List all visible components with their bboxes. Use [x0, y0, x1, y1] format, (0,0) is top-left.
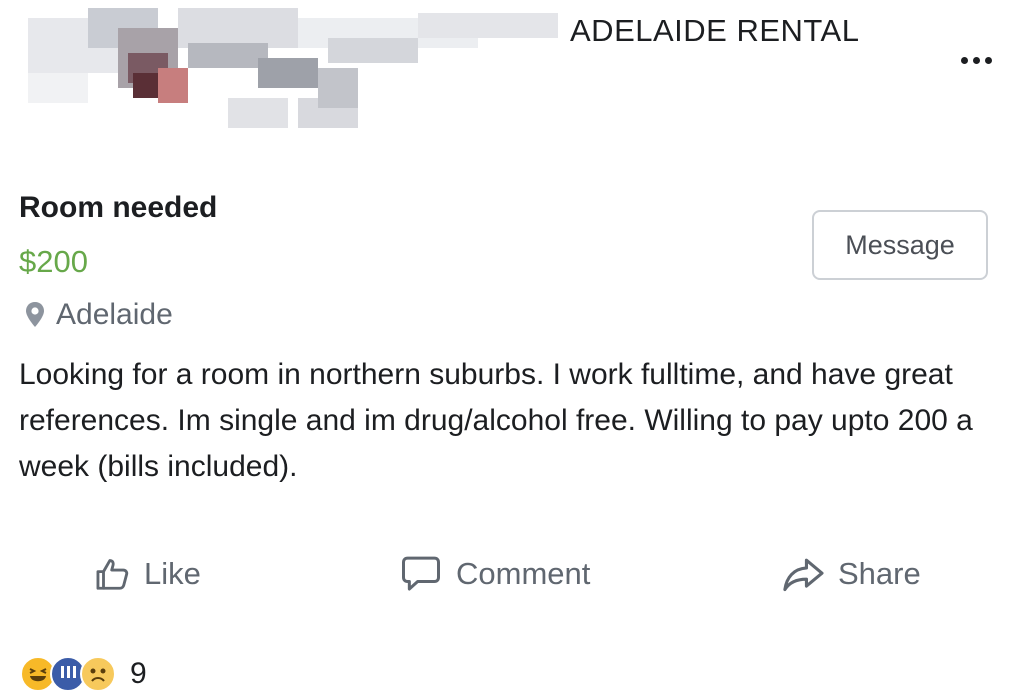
- share-arrow-icon: [783, 558, 824, 592]
- share-label: Share: [838, 556, 921, 591]
- reactions-summary[interactable]: 9: [20, 654, 147, 694]
- share-button[interactable]: Share: [780, 548, 921, 600]
- listing-description: Looking for a room in northern suburbs. …: [19, 358, 973, 483]
- speech-bubble-icon: [402, 556, 440, 591]
- marketplace-post: ADELAIDE RENTAL Room needed $200 Adelaid…: [0, 0, 1025, 700]
- location-label: Adelaide: [56, 298, 173, 331]
- reaction-count: 9: [130, 657, 147, 690]
- more-horizontal-icon: [984, 56, 992, 64]
- like-button[interactable]: Like: [94, 548, 201, 600]
- more-options-button[interactable]: [950, 46, 1002, 74]
- censored-profile-area: [28, 8, 558, 136]
- listing-location: Adelaide: [22, 298, 173, 332]
- more-horizontal-icon: [972, 56, 980, 64]
- listing-price: $200: [19, 244, 88, 279]
- message-button[interactable]: Message: [812, 210, 988, 280]
- location-pin-icon: [26, 302, 44, 327]
- more-horizontal-icon: [960, 56, 968, 64]
- group-name[interactable]: ADELAIDE RENTAL: [570, 13, 859, 49]
- sad-reaction-icon: [80, 656, 116, 692]
- comment-button[interactable]: Comment: [398, 548, 590, 600]
- comment-label: Comment: [456, 556, 591, 591]
- like-label: Like: [144, 556, 201, 591]
- listing-title: Room needed: [19, 191, 218, 224]
- thumbs-up-icon: [96, 559, 129, 590]
